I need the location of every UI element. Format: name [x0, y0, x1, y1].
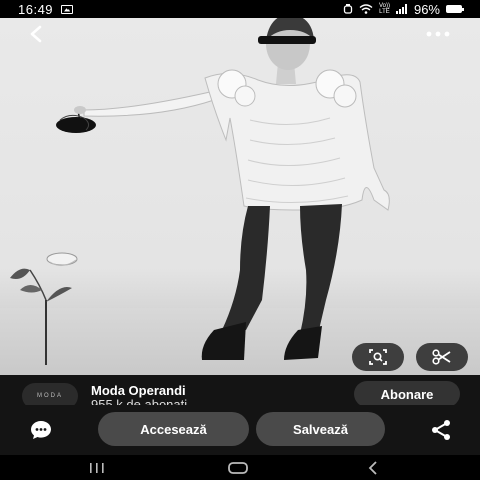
battery-percent: 96% — [413, 1, 440, 17]
battery-icon — [446, 5, 464, 13]
subscriber-count: 955 k de abonați — [91, 397, 188, 405]
visit-button[interactable]: Accesează — [98, 412, 249, 446]
gallery-notification-icon — [61, 4, 74, 14]
status-icons: Vo)) LTE 96% — [343, 1, 464, 17]
comment-button[interactable] — [28, 419, 54, 441]
action-bar: Accesează Salvează — [0, 405, 480, 455]
fashion-photo — [10, 18, 390, 365]
share-button[interactable] — [428, 419, 454, 441]
visual-search-button[interactable] — [352, 343, 404, 371]
status-bar: 16:49 Vo)) LTE 96% — [0, 0, 480, 18]
home-icon — [228, 462, 248, 474]
system-nav-bar — [0, 455, 480, 480]
avatar[interactable]: MODA — [22, 383, 78, 405]
recent-apps-icon — [90, 463, 104, 473]
home-button[interactable] — [223, 459, 253, 477]
recent-apps-button[interactable] — [82, 459, 112, 477]
channel-name[interactable]: Moda Operandi — [91, 383, 186, 398]
more-horizontal-icon — [426, 31, 450, 37]
share-icon — [432, 420, 450, 440]
comment-icon — [31, 421, 51, 439]
network-lte: LTE — [379, 9, 390, 15]
back-button[interactable] — [22, 22, 50, 46]
system-back-button[interactable] — [358, 459, 388, 477]
pin-image[interactable] — [0, 18, 480, 375]
subscribe-button[interactable]: Abonare — [354, 381, 460, 405]
scissors-icon — [432, 349, 451, 365]
save-button[interactable]: Salvează — [256, 412, 385, 446]
channel-info: MODA Moda Operandi 955 k de abonați Abon… — [0, 375, 480, 405]
network-type: Vo)) LTE — [379, 3, 390, 15]
status-time: 16:49 — [18, 1, 54, 17]
chevron-left-icon — [30, 25, 42, 43]
wifi-icon — [359, 4, 373, 14]
crop-button[interactable] — [416, 343, 468, 371]
more-options-button[interactable] — [422, 24, 454, 44]
back-arrow-icon — [368, 461, 377, 475]
visual-search-icon — [369, 349, 387, 365]
signal-icon — [395, 4, 407, 14]
alarm-icon — [343, 4, 353, 14]
